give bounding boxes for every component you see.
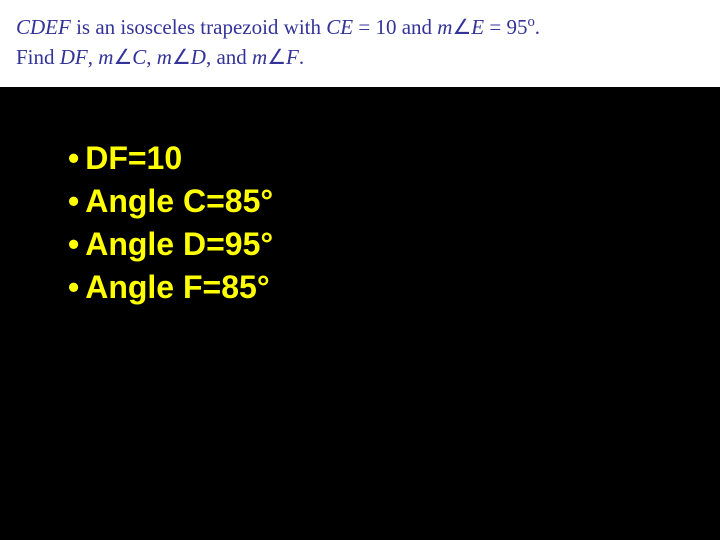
trapezoid-name: CDEF [16, 15, 71, 39]
bullet-icon: • [68, 137, 79, 180]
angle-symbol: ∠ [172, 45, 191, 69]
comma-and: , and [206, 45, 252, 69]
degree-symbol: o [527, 14, 534, 30]
equals: = [353, 15, 375, 39]
ce-value: 10 [375, 15, 401, 39]
period: . [535, 15, 540, 39]
segment-df: DF [60, 45, 88, 69]
text-and: and [402, 15, 438, 39]
bullet-icon: • [68, 223, 79, 266]
angle-symbol: ∠ [452, 15, 471, 39]
answer-angle-c: •Angle C=85° [68, 180, 720, 223]
comma: , [88, 45, 99, 69]
answer-angle-f: •Angle F=85° [68, 266, 720, 309]
answer-angle-d: •Angle D=95° [68, 223, 720, 266]
problem-line-1: CDEF is an isosceles trapezoid with CE =… [16, 12, 704, 42]
answer-df: •DF=10 [68, 137, 720, 180]
equals: = [484, 15, 506, 39]
find-label: Find [16, 45, 60, 69]
bullet-icon: • [68, 266, 79, 309]
problem-line-2: Find DF, m∠C, m∠D, and m∠F. [16, 42, 704, 72]
answer-text: Angle F=85° [85, 266, 269, 309]
vertex-e: E [471, 15, 484, 39]
measure-m: m [252, 45, 267, 69]
angle-e-value: 95 [506, 15, 527, 39]
angle-symbol: ∠ [113, 45, 132, 69]
answer-list: •DF=10 •Angle C=85° •Angle D=95° •Angle … [0, 87, 720, 310]
text: is an isosceles trapezoid with [71, 15, 326, 39]
period: . [299, 45, 304, 69]
vertex-c: C [132, 45, 146, 69]
angle-symbol: ∠ [267, 45, 286, 69]
measure-m: m [157, 45, 172, 69]
answer-text: Angle D=95° [85, 223, 273, 266]
problem-statement: CDEF is an isosceles trapezoid with CE =… [0, 0, 720, 87]
measure-m: m [437, 15, 452, 39]
vertex-d: D [191, 45, 206, 69]
measure-m: m [98, 45, 113, 69]
vertex-f: F [286, 45, 299, 69]
segment-ce: CE [326, 15, 353, 39]
comma: , [146, 45, 157, 69]
answer-text: Angle C=85° [85, 180, 273, 223]
answer-text: DF=10 [85, 137, 182, 180]
bullet-icon: • [68, 180, 79, 223]
